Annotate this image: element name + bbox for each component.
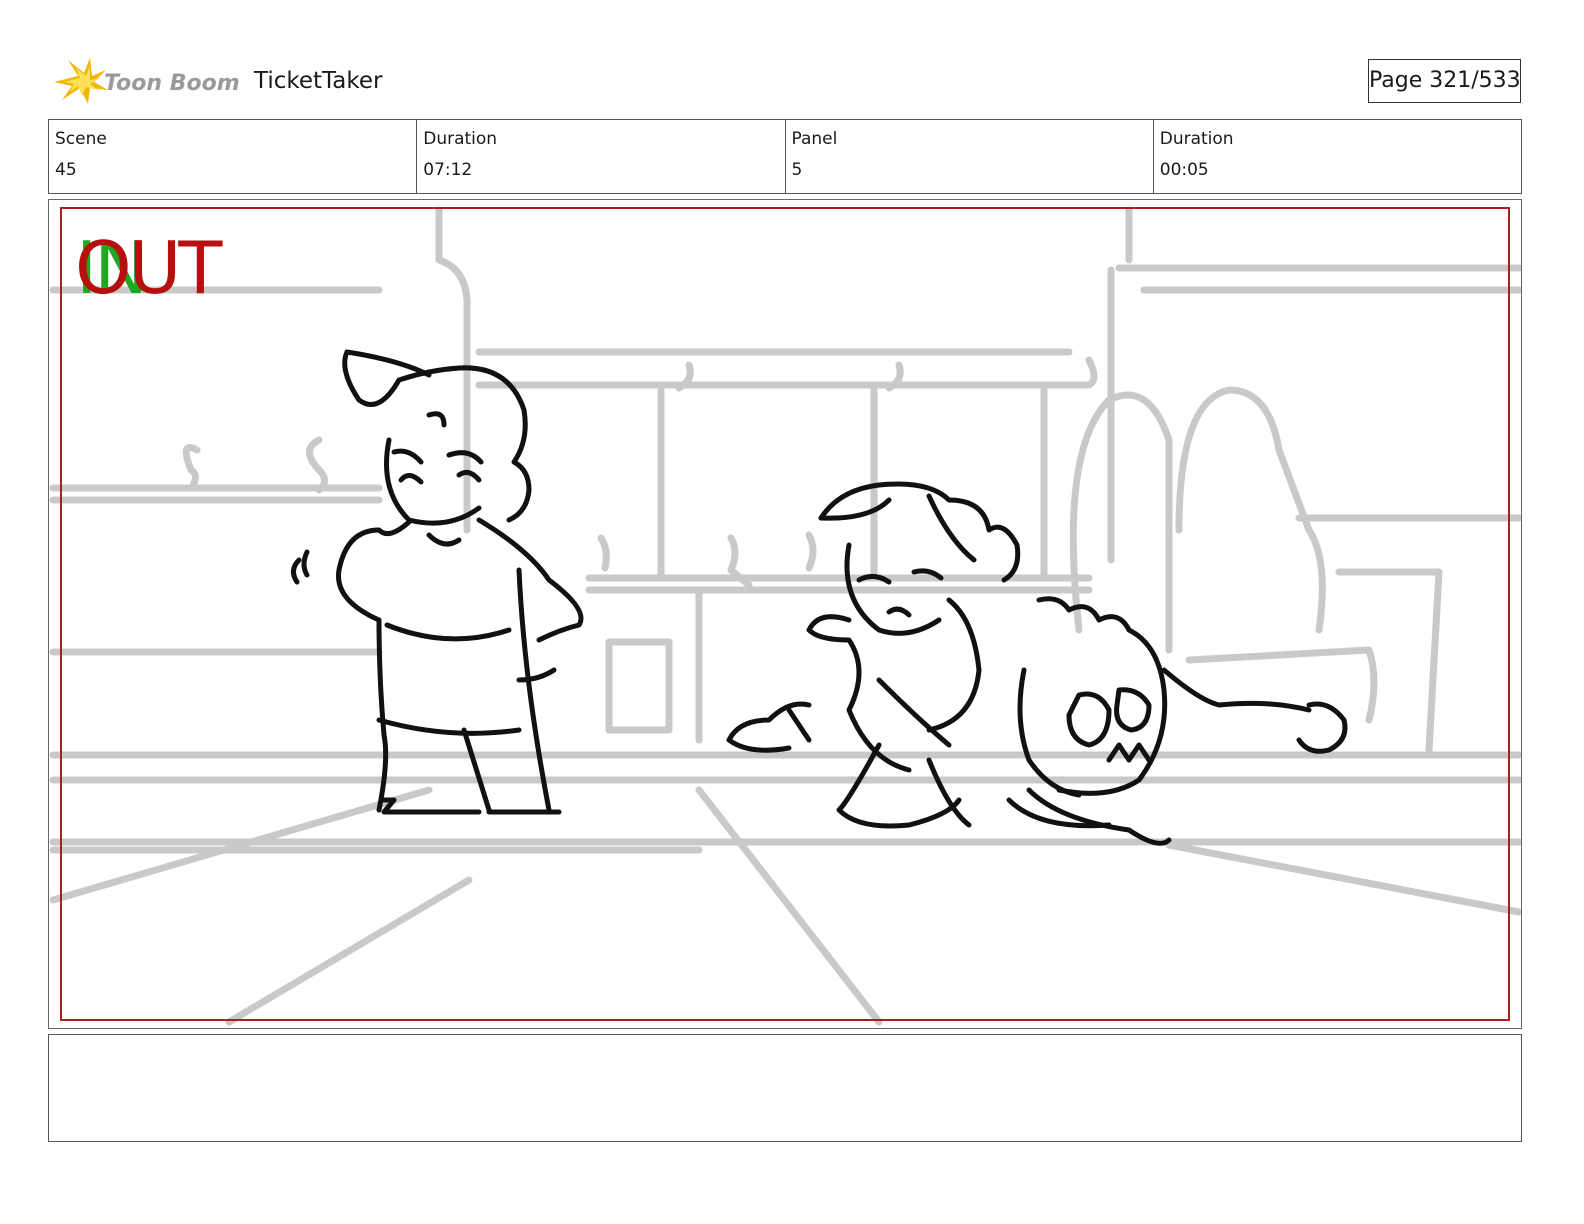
panel-duration-label: Duration [1159,129,1234,149]
starburst-icon [54,58,108,104]
action-notes-box [48,1034,1522,1142]
panel-duration-cell: Duration 00:05 [1152,120,1521,193]
toon-boom-logo: Toon Boom [50,56,240,108]
scene-duration-cell: Duration 07:12 [416,120,784,193]
scene-duration-label: Duration [423,129,498,149]
brand-text: Toon Boom [104,71,240,96]
page-indicator: Page 321/533 [1368,59,1521,103]
scene-label: Scene [55,129,107,149]
scene-info-table: Scene 45 Duration 07:12 Panel 5 Duration… [48,119,1522,194]
panel-cell: Panel 5 [784,120,1153,193]
panel-duration-value: 00:05 [1159,160,1209,180]
scene-duration-value: 07:12 [423,160,473,180]
scene-value: 45 [55,160,77,180]
scene-cell: Scene 45 [49,120,416,193]
project-title: TicketTaker [254,68,383,94]
panel-value: 5 [791,160,803,180]
panel-label: Panel [791,129,838,149]
safe-area-frame [60,207,1510,1021]
storyboard-panel: IN OUT [48,199,1522,1029]
out-marker: OUT [75,226,222,310]
